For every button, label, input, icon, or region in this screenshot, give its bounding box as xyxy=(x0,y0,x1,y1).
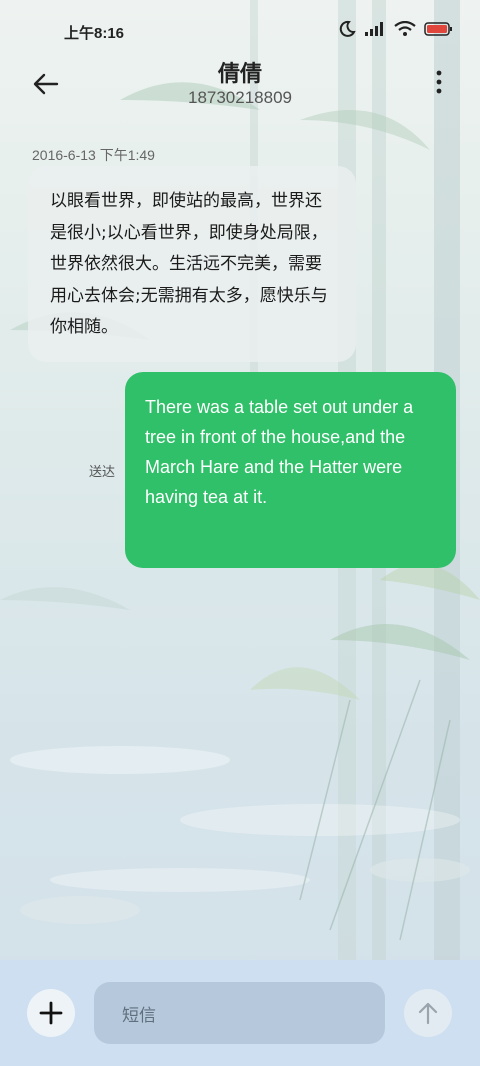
status-icons xyxy=(338,20,454,38)
message-timestamp: 2016-6-13 下午1:49 xyxy=(32,147,155,163)
add-attachment-button[interactable] xyxy=(27,989,75,1037)
do-not-disturb-icon xyxy=(339,20,356,37)
wifi-icon xyxy=(394,21,416,36)
status-bar: 上午8:16 xyxy=(0,0,480,62)
send-arrow-icon xyxy=(418,1002,438,1025)
status-time: 上午8:16 xyxy=(64,25,125,42)
message-input[interactable]: 短信 xyxy=(94,982,385,1044)
contact-number: 18730218809 xyxy=(187,88,292,107)
more-vertical-icon[interactable] xyxy=(434,70,444,94)
signal-icon xyxy=(365,22,383,36)
message-input-placeholder: 短信 xyxy=(122,1005,156,1026)
incoming-message-bubble[interactable]: 以眼看世界，即使站的最高，世界还是很小;以心看世界，即使身处局限，世界依然很大。… xyxy=(28,166,356,362)
contact-name: 倩倩 xyxy=(217,62,262,87)
battery-icon xyxy=(424,22,452,36)
delivery-status: 送达 xyxy=(89,465,116,480)
plus-icon xyxy=(39,1001,63,1025)
message-composer: 短信 xyxy=(0,960,480,1066)
send-button[interactable] xyxy=(404,989,452,1037)
conversation-header: 倩倩 18730218809 xyxy=(0,62,480,124)
outgoing-message-bubble[interactable]: There was a table set out under a tree i… xyxy=(125,372,456,568)
